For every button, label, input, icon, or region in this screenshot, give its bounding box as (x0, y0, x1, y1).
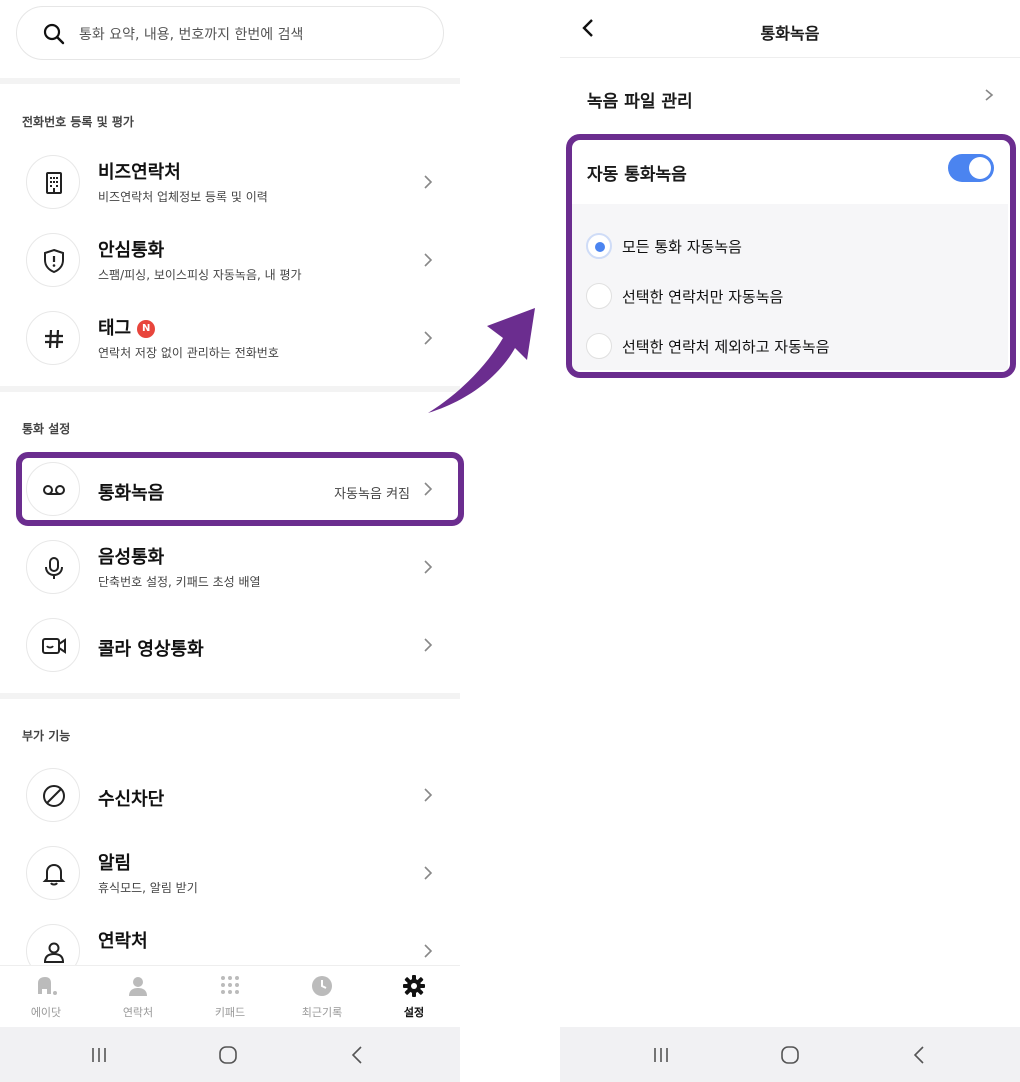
chevron-right-icon (424, 175, 433, 189)
search-icon (43, 23, 65, 45)
new-badge: N (137, 320, 156, 338)
back-nav-icon[interactable] (910, 1045, 930, 1065)
settings-screen: 통화 요약, 내용, 번호까지 한번에 검색 전화번호 등록 및 평가 비즈연락… (0, 0, 464, 1082)
menu-item-subtitle: 스팸/피싱, 보이스피싱 자동녹음, 내 평가 (98, 268, 302, 282)
tab-label: 설정 (403, 1006, 425, 1019)
tab-label: 에이닷 (30, 1006, 62, 1019)
system-nav-bar (560, 1027, 1020, 1082)
adot-icon (38, 977, 57, 995)
menu-item-block[interactable]: 수신차단 (0, 761, 460, 839)
menu-item-title: 알림 (98, 853, 132, 874)
chevron-right-icon (424, 560, 433, 574)
tab-keypad[interactable]: 키패드 (190, 974, 270, 1020)
tab-recent[interactable]: 최근기록 (282, 974, 362, 1020)
person-icon (129, 977, 147, 996)
tab-adot[interactable]: 에이닷 (6, 974, 86, 1020)
menu-item-video-call[interactable]: 콜라 영상통화 (0, 611, 460, 689)
menu-item-subtitle: 비즈연락처 업체정보 등록 및 이력 (98, 190, 268, 204)
bell-icon (26, 846, 80, 900)
keypad-icon (221, 976, 239, 994)
system-nav-bar (0, 1027, 460, 1082)
transition-arrow-icon (428, 308, 535, 413)
menu-item-biz-contact[interactable]: 비즈연락처 비즈연락처 업체정보 등록 및 이력 (0, 148, 460, 226)
building-icon (26, 155, 80, 209)
menu-item-subtitle: 휴식모드, 알림 받기 (98, 881, 198, 895)
menu-item-title: 수신차단 (98, 789, 165, 810)
bottom-tab-bar: 에이닷 연락처 키패드 최근기록 설정 (0, 965, 460, 1027)
page-header: 통화녹음 (560, 0, 1020, 58)
tab-label: 연락처 (122, 1006, 154, 1019)
search-bar[interactable]: 통화 요약, 내용, 번호까지 한번에 검색 (16, 6, 444, 60)
page-title: 통화녹음 (760, 24, 820, 43)
menu-item-title: 안심통화 (98, 240, 165, 261)
menu-item-subtitle: 단축번호 설정, 키패드 초성 배열 (98, 575, 261, 589)
home-icon[interactable] (218, 1045, 238, 1065)
gear-icon (403, 975, 425, 997)
tab-label: 키패드 (214, 1006, 246, 1019)
menu-item-safe-call[interactable]: 안심통화 스팸/피싱, 보이스피싱 자동녹음, 내 평가 (0, 226, 460, 304)
recording-file-manage-item[interactable]: 녹음 파일 관리 (560, 60, 1020, 132)
menu-item-title: 음성통화 (98, 547, 165, 568)
microphone-icon (26, 540, 80, 594)
chevron-right-icon (424, 253, 433, 267)
clock-icon (312, 976, 332, 996)
chevron-right-icon (424, 638, 433, 652)
chevron-right-icon (985, 89, 994, 101)
divider (0, 78, 460, 84)
chevron-right-icon (424, 788, 433, 802)
recent-apps-icon[interactable] (651, 1045, 671, 1065)
section-title-registration: 전화번호 등록 및 평가 (22, 115, 134, 129)
section-title-call-settings: 통화 설정 (22, 422, 71, 436)
chevron-right-icon (424, 866, 433, 880)
highlight-frame (16, 452, 464, 526)
menu-item-subtitle: 연락처 저장 없이 관리하는 전화번호 (98, 346, 279, 360)
video-camera-icon (26, 618, 80, 672)
highlight-frame (566, 134, 1016, 378)
menu-item-title: 녹음 파일 관리 (587, 92, 693, 112)
tab-contacts[interactable]: 연락처 (98, 974, 178, 1020)
menu-item-title-text: 태그 (98, 318, 132, 339)
shield-icon (26, 233, 80, 287)
back-nav-icon[interactable] (348, 1045, 368, 1065)
section-title-extra: 부가 기능 (22, 729, 71, 743)
menu-item-notifications[interactable]: 알림 휴식모드, 알림 받기 (0, 839, 460, 917)
tab-settings[interactable]: 설정 (374, 974, 454, 1020)
hashtag-icon (26, 311, 80, 365)
home-icon[interactable] (780, 1045, 800, 1065)
menu-item-title: 연락처 (98, 931, 148, 952)
block-icon (26, 768, 80, 822)
divider (0, 693, 460, 699)
menu-item-voice-call[interactable]: 음성통화 단축번호 설정, 키패드 초성 배열 (0, 533, 460, 611)
tab-label: 최근기록 (301, 1006, 343, 1019)
chevron-right-icon (424, 944, 433, 958)
menu-item-title: 태그 N (98, 314, 156, 340)
divider (0, 386, 460, 392)
search-placeholder: 통화 요약, 내용, 번호까지 한번에 검색 (79, 27, 304, 43)
menu-item-title: 콜라 영상통화 (98, 639, 204, 660)
menu-item-tag[interactable]: 태그 N 연락처 저장 없이 관리하는 전화번호 (0, 304, 460, 382)
menu-item-title: 비즈연락처 (98, 162, 181, 183)
recent-apps-icon[interactable] (89, 1045, 109, 1065)
